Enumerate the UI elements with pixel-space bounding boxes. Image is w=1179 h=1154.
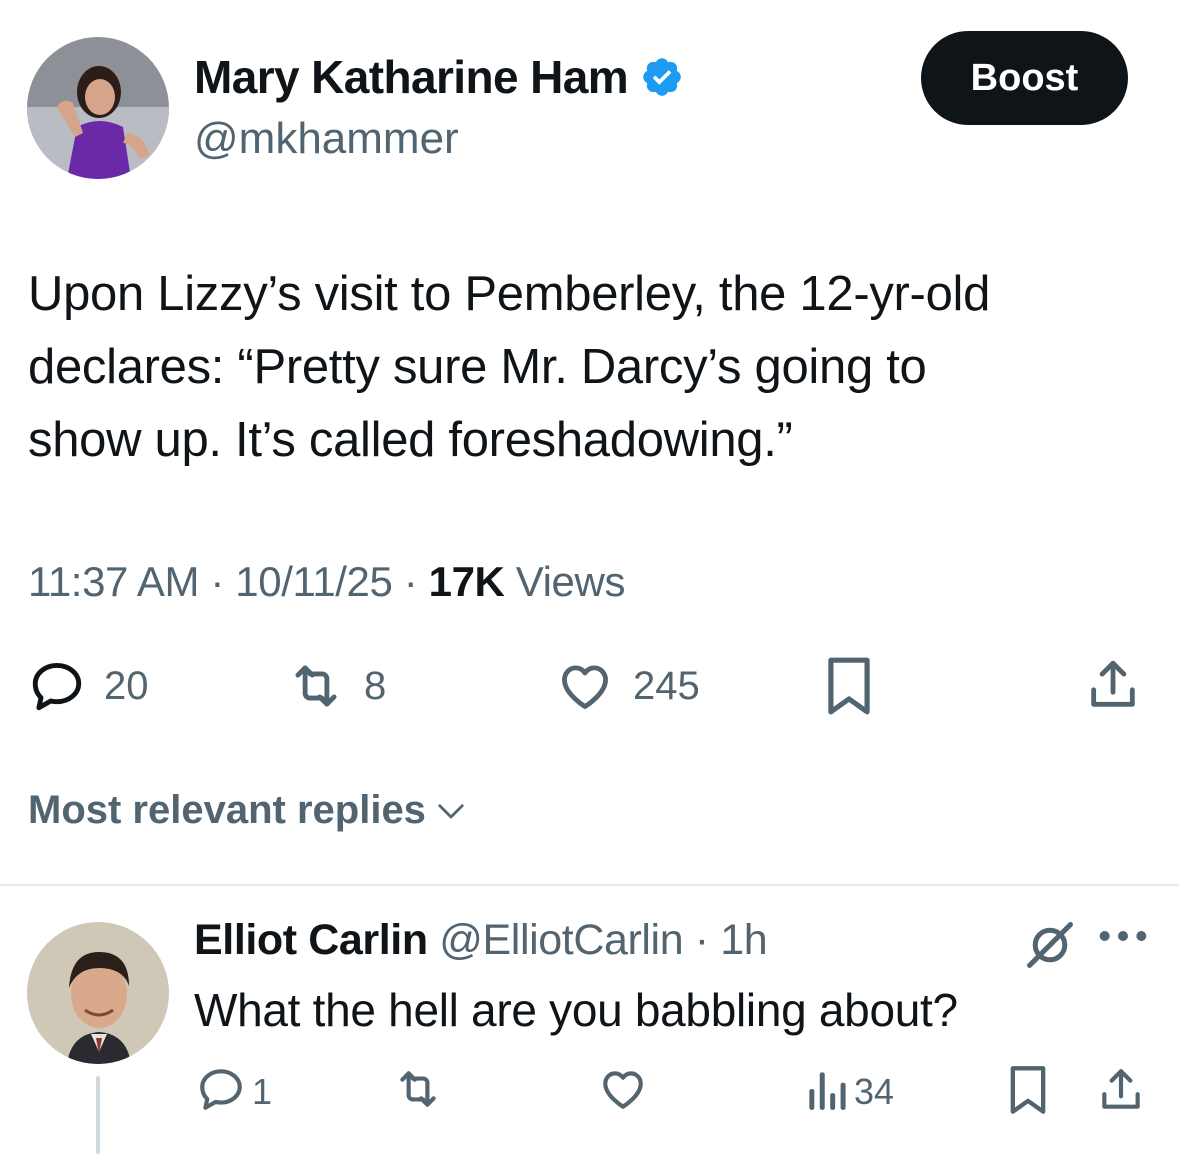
bookmark-icon [1006,1064,1050,1121]
verified-icon [640,55,684,99]
reply-author-avatar[interactable] [27,922,169,1064]
like-icon [597,1064,649,1119]
author-name[interactable]: Mary Katharine Ham [194,50,684,104]
post-text-line: Upon Lizzy’s visit to Pemberley, the 12-… [28,267,991,321]
reply-author-handle[interactable]: @ElliotCarlin [439,916,683,964]
boost-button[interactable]: Boost [921,31,1128,125]
repost-icon [286,657,346,715]
views-count: 17K [428,558,505,605]
repost-button[interactable]: 8 [286,657,386,715]
reply-bookmark-button[interactable] [1006,1064,1050,1121]
author-name-text[interactable]: Mary Katharine Ham [194,50,629,104]
reply-count: 20 [104,663,149,708]
reply-header: Elliot Carlin @ElliotCarlin · 1h [194,916,768,965]
post-metadata: 11:37 AM · 10/11/25 · 17K Views [28,558,625,606]
reply-author-name[interactable]: Elliot Carlin [194,916,428,964]
reply-like-button[interactable] [597,1064,649,1119]
views-icon [804,1064,848,1119]
share-icon [1084,655,1142,715]
post-text: Upon Lizzy’s visit to Pemberley, the 12-… [28,258,1148,477]
section-divider [0,884,1179,886]
repost-icon [392,1064,444,1119]
reply-time[interactable]: 1h [720,916,767,964]
grok-icon[interactable] [1022,920,1078,975]
like-count: 245 [633,663,700,708]
reply-icon [28,657,86,715]
reply-button[interactable]: 20 [28,657,149,715]
replies-sort-label: Most relevant replies [28,788,426,832]
like-button[interactable]: 245 [555,657,700,715]
reply-icon [196,1064,246,1119]
thread-line [96,1076,100,1154]
reply-text: What the hell are you babbling about? [194,984,958,1036]
author-handle[interactable]: @mkhammer [194,114,459,164]
post-time[interactable]: 11:37 AM [28,558,200,605]
views-label: Views [515,558,626,605]
replies-sort-dropdown[interactable]: Most relevant replies [28,788,466,833]
like-icon [555,657,615,715]
post-date[interactable]: 10/11/25 [235,558,393,605]
share-icon [1096,1064,1146,1121]
chevron-down-icon [426,788,466,833]
share-button[interactable] [1084,655,1142,715]
reply-views-count: 34 [854,1070,895,1112]
post-text-line: declares: “Pretty sure Mr. Darcy’s going… [28,340,927,394]
bookmark-icon [822,655,876,717]
reply-share-button[interactable] [1096,1064,1146,1121]
more-icon[interactable] [1098,926,1148,951]
reply-repost-button[interactable] [392,1064,444,1119]
reply-views-button[interactable]: 34 [804,1064,894,1119]
repost-count: 8 [364,663,387,708]
meta-separator: · [694,916,709,964]
meta-separator: · [210,558,225,605]
bookmark-button[interactable] [822,655,876,717]
post-text-line: show up. It’s called foreshadowing.” [28,413,793,467]
author-avatar[interactable] [27,37,169,179]
reply-reply-button[interactable]: 1 [196,1064,272,1119]
meta-separator: · [403,558,418,605]
reply-reply-count: 1 [252,1070,273,1112]
